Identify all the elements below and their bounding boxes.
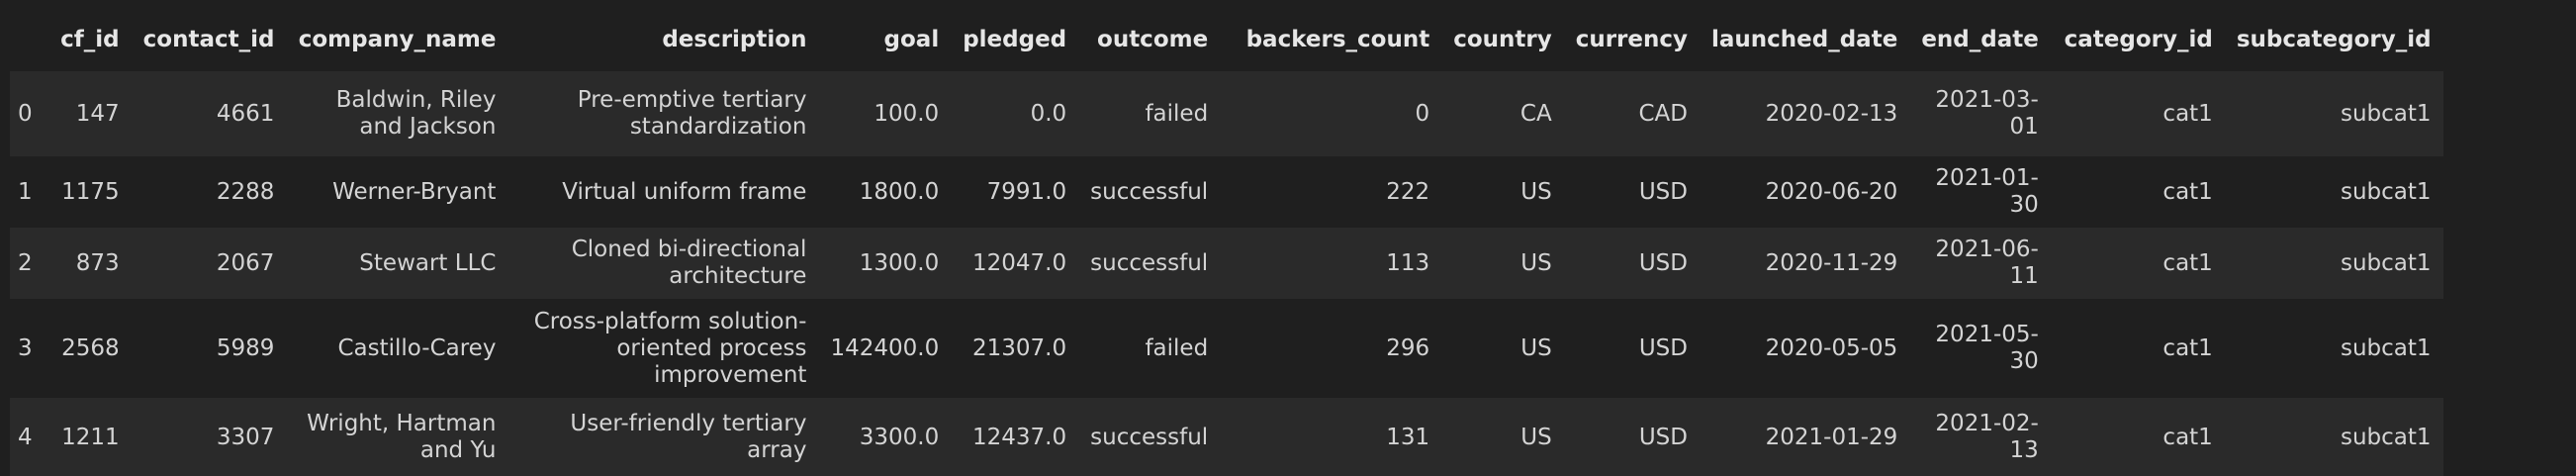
cell-company-name: Werner-Bryant bbox=[286, 156, 508, 228]
header-pledged: pledged bbox=[963, 26, 1067, 52]
header-goal: goal bbox=[883, 26, 940, 52]
header-country: country bbox=[1453, 26, 1552, 52]
cell-country: US bbox=[1441, 156, 1564, 228]
cell-cf-id: 873 bbox=[47, 228, 132, 299]
cell-end-date: 2021-05-30 bbox=[1909, 299, 2051, 398]
cell-outcome: successful bbox=[1078, 156, 1221, 228]
cell-category-id: cat1 bbox=[2050, 228, 2225, 299]
cell-launched-date: 2020-06-20 bbox=[1700, 156, 1910, 228]
cell-country: US bbox=[1441, 398, 1564, 476]
header-company-name: company_name bbox=[298, 26, 497, 52]
cell-pledged: 21307.0 bbox=[951, 299, 1079, 398]
cell-backers-count: 0 bbox=[1220, 71, 1442, 156]
header-row: cf_id contact_id company_name descriptio… bbox=[10, 8, 2443, 71]
cell-pledged: 12047.0 bbox=[951, 228, 1079, 299]
cell-description: Virtual uniform frame bbox=[507, 156, 819, 228]
table-row: 0 147 4661 Baldwin, Riley and Jackson Pr… bbox=[10, 71, 2443, 156]
cell-end-date: 2021-01-30 bbox=[1909, 156, 2051, 228]
cell-goal: 1300.0 bbox=[818, 228, 952, 299]
table-row: 1 1175 2288 Werner-Bryant Virtual unifor… bbox=[10, 156, 2443, 228]
header-end-date: end_date bbox=[1921, 26, 2039, 52]
cell-end-date: 2021-06-11 bbox=[1909, 228, 2051, 299]
row-index: 4 bbox=[10, 398, 48, 476]
cell-category-id: cat1 bbox=[2050, 71, 2225, 156]
cell-cf-id: 2568 bbox=[47, 299, 132, 398]
header-contact-id: contact_id bbox=[142, 26, 275, 52]
header-backers-count: backers_count bbox=[1245, 26, 1430, 52]
dataframe-output: cf_id contact_id company_name descriptio… bbox=[0, 0, 2576, 476]
cell-outcome: successful bbox=[1078, 398, 1221, 476]
dataframe-table: cf_id contact_id company_name descriptio… bbox=[10, 8, 2443, 476]
cell-description: Cross-platform solution-oriented process… bbox=[507, 299, 819, 398]
cell-pledged: 12437.0 bbox=[951, 398, 1079, 476]
cell-currency: USD bbox=[1563, 398, 1700, 476]
cell-category-id: cat1 bbox=[2050, 299, 2225, 398]
table-row: 3 2568 5989 Castillo-Carey Cross-platfor… bbox=[10, 299, 2443, 398]
cell-cf-id: 1175 bbox=[47, 156, 132, 228]
table-row: 4 1211 3307 Wright, Hartman and Yu User-… bbox=[10, 398, 2443, 476]
cell-backers-count: 131 bbox=[1220, 398, 1442, 476]
cell-currency: CAD bbox=[1563, 71, 1700, 156]
cell-contact-id: 2288 bbox=[131, 156, 287, 228]
cell-backers-count: 113 bbox=[1220, 228, 1442, 299]
cell-pledged: 0.0 bbox=[951, 71, 1079, 156]
row-index: 0 bbox=[10, 71, 48, 156]
cell-launched-date: 2020-05-05 bbox=[1700, 299, 1910, 398]
cell-backers-count: 296 bbox=[1220, 299, 1442, 398]
table-row: 2 873 2067 Stewart LLC Cloned bi-directi… bbox=[10, 228, 2443, 299]
cell-subcategory-id: subcat1 bbox=[2224, 299, 2443, 398]
header-currency: currency bbox=[1575, 26, 1688, 52]
cell-country: US bbox=[1441, 299, 1564, 398]
cell-currency: USD bbox=[1563, 299, 1700, 398]
cell-outcome: failed bbox=[1078, 71, 1221, 156]
cell-company-name: Baldwin, Riley and Jackson bbox=[286, 71, 508, 156]
cell-launched-date: 2020-02-13 bbox=[1700, 71, 1910, 156]
cell-goal: 142400.0 bbox=[818, 299, 952, 398]
header-index bbox=[10, 8, 48, 71]
cell-country: CA bbox=[1441, 71, 1564, 156]
cell-contact-id: 5989 bbox=[131, 299, 287, 398]
header-description: description bbox=[662, 26, 807, 52]
cell-subcategory-id: subcat1 bbox=[2224, 398, 2443, 476]
cell-goal: 3300.0 bbox=[818, 398, 952, 476]
cell-pledged: 7991.0 bbox=[951, 156, 1079, 228]
cell-outcome: successful bbox=[1078, 228, 1221, 299]
cell-goal: 1800.0 bbox=[818, 156, 952, 228]
cell-launched-date: 2020-11-29 bbox=[1700, 228, 1910, 299]
cell-subcategory-id: subcat1 bbox=[2224, 156, 2443, 228]
cell-description: Pre-emptive tertiary standardization bbox=[507, 71, 819, 156]
cell-company-name: Stewart LLC bbox=[286, 228, 508, 299]
cell-end-date: 2021-02-13 bbox=[1909, 398, 2051, 476]
cell-description: User-friendly tertiary array bbox=[507, 398, 819, 476]
header-category-id: category_id bbox=[2064, 26, 2213, 52]
cell-cf-id: 1211 bbox=[47, 398, 132, 476]
cell-country: US bbox=[1441, 228, 1564, 299]
cell-category-id: cat1 bbox=[2050, 156, 2225, 228]
cell-description: Cloned bi-directional architecture bbox=[507, 228, 819, 299]
cell-launched-date: 2021-01-29 bbox=[1700, 398, 1910, 476]
cell-category-id: cat1 bbox=[2050, 398, 2225, 476]
cell-subcategory-id: subcat1 bbox=[2224, 228, 2443, 299]
cell-cf-id: 147 bbox=[47, 71, 132, 156]
cell-backers-count: 222 bbox=[1220, 156, 1442, 228]
cell-company-name: Wright, Hartman and Yu bbox=[286, 398, 508, 476]
cell-company-name: Castillo-Carey bbox=[286, 299, 508, 398]
cell-subcategory-id: subcat1 bbox=[2224, 71, 2443, 156]
row-index: 1 bbox=[10, 156, 48, 228]
row-index: 2 bbox=[10, 228, 48, 299]
cell-currency: USD bbox=[1563, 156, 1700, 228]
header-cf-id: cf_id bbox=[60, 26, 120, 52]
header-outcome: outcome bbox=[1097, 26, 1209, 52]
header-launched-date: launched_date bbox=[1711, 26, 1898, 52]
cell-outcome: failed bbox=[1078, 299, 1221, 398]
cell-contact-id: 3307 bbox=[131, 398, 287, 476]
cell-contact-id: 4661 bbox=[131, 71, 287, 156]
cell-end-date: 2021-03-01 bbox=[1909, 71, 2051, 156]
cell-goal: 100.0 bbox=[818, 71, 952, 156]
row-index: 3 bbox=[10, 299, 48, 398]
cell-currency: USD bbox=[1563, 228, 1700, 299]
cell-contact-id: 2067 bbox=[131, 228, 287, 299]
header-subcategory-id: subcategory_id bbox=[2236, 26, 2432, 52]
